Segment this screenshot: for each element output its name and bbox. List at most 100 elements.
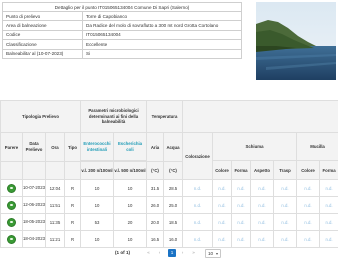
- col-data: Data Prelievo: [22, 132, 46, 162]
- enterococchi-cell: 10: [80, 179, 114, 197]
- table-row: 12-06-2023 11:51 R 10 10 26.0 25.0 n.d. …: [0, 196, 338, 214]
- tipo-cell: R: [64, 230, 81, 248]
- group-parametri: Parametri microbiologici determinanti ai…: [79, 100, 148, 133]
- col-escherichia: Escherichia coli: [112, 132, 148, 161]
- colore-mucillagine-cell: n.d.: [296, 230, 321, 248]
- detail-value: IT015065134004: [82, 29, 242, 41]
- col-aspetto: Aspetto: [250, 160, 275, 180]
- detail-value: Torre di Capobianco: [82, 10, 242, 22]
- table-row: 18-05-2023 11:35 R 53 20 20.0 18.5 n.d. …: [0, 213, 338, 231]
- col-forma-mucillagine: Forma: [319, 160, 338, 180]
- beach-photo: [256, 2, 336, 80]
- detail-value: Da Radice del molo di sovraflutto a 300 …: [82, 20, 242, 31]
- last-page-button[interactable]: »: [189, 249, 198, 257]
- tipo-cell: R: [64, 196, 81, 214]
- escherichia-cell: 20: [112, 213, 148, 231]
- status-ok-icon[interactable]: [7, 234, 16, 244]
- forma-mucillagine-cell: n.d.: [319, 196, 338, 214]
- colorazione-cell: n.d.: [182, 213, 214, 231]
- forma-mucillagine-cell: n.d.: [319, 179, 338, 197]
- aria-cell: 31.5: [146, 179, 165, 197]
- detail-row: Area di balneazione Da Radice del molo d…: [2, 20, 242, 31]
- col-forma: Forma: [231, 160, 252, 180]
- colorazione-cell: n.d.: [182, 179, 214, 197]
- detail-key: Classificazione: [2, 39, 83, 50]
- col-trasparenza: Trasp: [273, 160, 298, 180]
- next-page-button[interactable]: ›: [178, 249, 187, 257]
- page-size-value: 10: [208, 250, 214, 256]
- aria-cell: 26.0: [146, 196, 165, 214]
- colorazione-cell: n.d.: [182, 196, 214, 214]
- parere-cell[interactable]: [0, 230, 23, 248]
- aspetto-cell: n.d.: [250, 230, 275, 248]
- col-tipo: Tipo: [64, 132, 81, 162]
- group-spacer: [182, 100, 338, 133]
- pagination: (1 of 1) « ‹ 1 › » 10 ▾: [0, 247, 338, 259]
- group-schiuma: Schiuma: [212, 132, 298, 161]
- tipo-cell: R: [64, 179, 81, 197]
- aspetto-cell: n.d.: [250, 196, 275, 214]
- aspetto-cell: n.d.: [250, 213, 275, 231]
- colore-mucillagine-cell: n.d.: [296, 179, 321, 197]
- colore-mucillagine-cell: n.d.: [296, 196, 321, 214]
- col-data-sub: [22, 161, 46, 180]
- detail-key: Balneabilita' al (10-07-2023): [2, 48, 83, 59]
- colore-cell: n.d.: [212, 213, 233, 231]
- detail-value: Eccellente: [82, 39, 242, 50]
- detail-key: Area di balneazione: [2, 20, 83, 31]
- col-ora: Ora: [45, 132, 65, 162]
- page-size-select[interactable]: 10 ▾: [205, 248, 221, 258]
- group-mucilla: Mucilla: [296, 132, 338, 161]
- ora-cell: 12:04: [45, 179, 65, 197]
- colore-mucillagine-cell: n.d.: [296, 213, 321, 231]
- ora-cell: 11:21: [45, 230, 65, 248]
- date-cell: 18-05-2023: [22, 213, 46, 231]
- beach-photo-image: [256, 2, 336, 80]
- col-ora-sub: [45, 161, 65, 180]
- trasparenza-cell: n.d.: [273, 230, 298, 248]
- samples-table: Tipologia Prelievo Parametri microbiolog…: [0, 100, 338, 248]
- forma-cell: n.d.: [231, 179, 252, 197]
- col-tipo-sub: [64, 161, 81, 180]
- col-colore: Colore: [212, 160, 233, 180]
- status-ok-icon[interactable]: [7, 200, 16, 210]
- status-ok-icon[interactable]: [7, 183, 16, 193]
- page-info: (1 of 1): [115, 250, 131, 255]
- unit-aria: (°C): [146, 161, 165, 180]
- escherichia-cell: 10: [112, 230, 148, 248]
- acqua-cell: 18.5: [163, 213, 184, 231]
- detail-table: Dettaglio per il punto IT015065134004 Co…: [2, 2, 242, 59]
- parere-cell[interactable]: [0, 213, 23, 231]
- first-page-button[interactable]: «: [144, 249, 153, 257]
- parere-cell[interactable]: [0, 179, 23, 197]
- forma-cell: n.d.: [231, 230, 252, 248]
- prev-page-button[interactable]: ‹: [155, 249, 164, 257]
- trasparenza-cell: n.d.: [273, 196, 298, 214]
- detail-row: Balneabilita' al (10-07-2023) Si: [2, 48, 242, 59]
- status-ok-icon[interactable]: [7, 217, 16, 227]
- unit-acqua: (°C): [163, 161, 184, 180]
- detail-row: Classificazione Eccellente: [2, 39, 242, 50]
- table-row: 10-07-2023 12:04 R 10 10 31.5 28.5 n.d. …: [0, 179, 338, 197]
- col-colorazione: Colorazione: [182, 132, 214, 180]
- page-1-button[interactable]: 1: [168, 249, 176, 257]
- group-tipologia: Tipologia Prelievo: [0, 100, 81, 133]
- detail-key: Codice: [2, 29, 83, 41]
- chevron-down-icon: ▾: [215, 250, 218, 256]
- aria-cell: 16.5: [146, 230, 165, 248]
- forma-cell: n.d.: [231, 213, 252, 231]
- ora-cell: 11:51: [45, 196, 65, 214]
- colorazione-cell: n.d.: [182, 230, 214, 248]
- detail-value: Si: [82, 48, 242, 59]
- date-cell: 18-04-2023: [22, 230, 46, 248]
- col-parere: Parere: [0, 132, 23, 162]
- detail-row: Codice IT015065134004: [2, 29, 242, 41]
- trasparenza-cell: n.d.: [273, 179, 298, 197]
- escherichia-cell: 10: [112, 196, 148, 214]
- parere-cell[interactable]: [0, 196, 23, 214]
- detail-row: Punto di prelievo Torre di Capobianco: [2, 10, 242, 22]
- trasparenza-cell: n.d.: [273, 213, 298, 231]
- escherichia-cell: 10: [112, 179, 148, 197]
- ora-cell: 11:35: [45, 213, 65, 231]
- enterococchi-cell: 10: [80, 230, 114, 248]
